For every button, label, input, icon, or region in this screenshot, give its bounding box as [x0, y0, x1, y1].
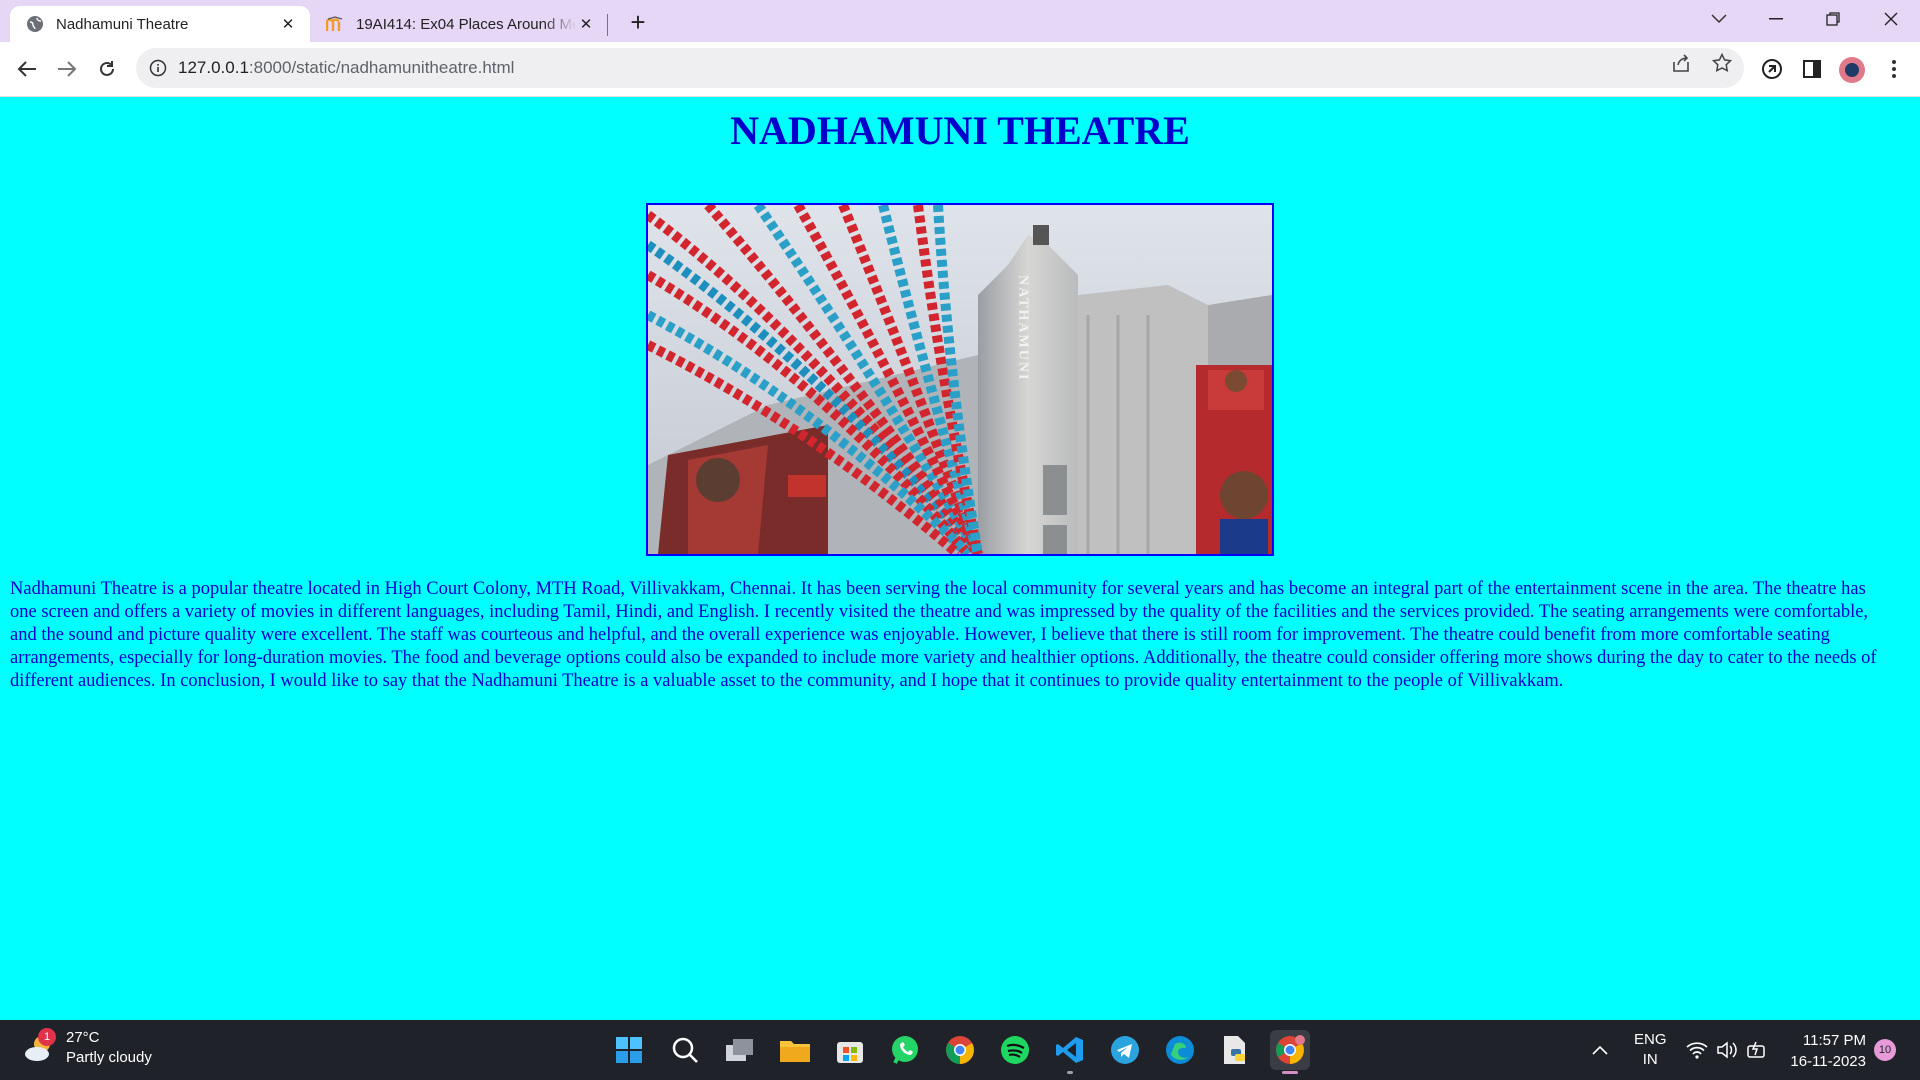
chrome-icon[interactable] [940, 1030, 980, 1070]
tab-nadhamuni-theatre[interactable]: Nadhamuni Theatre ✕ [10, 6, 310, 42]
language-top: ENG [1634, 1031, 1667, 1048]
running-indicator [1067, 1071, 1073, 1074]
show-hidden-icons[interactable] [1592, 1020, 1608, 1080]
theatre-description: Nadhamuni Theatre is a popular theatre l… [10, 579, 1877, 691]
tab-search-icon[interactable] [1694, 0, 1744, 38]
battery-charging-icon[interactable] [1746, 1020, 1768, 1080]
minimize-button[interactable] [1751, 0, 1801, 38]
clock-time: 11:57 PM [1802, 1032, 1866, 1049]
chrome-active-icon[interactable] [1270, 1030, 1310, 1074]
side-panel-icon[interactable] [1800, 57, 1824, 81]
partly-cloudy-icon: 1 [22, 1028, 58, 1066]
url-text: 127.0.0.1:8000/static/nadhamunitheatre.h… [178, 58, 515, 77]
close-window-button[interactable] [1866, 0, 1916, 38]
forward-icon[interactable] [52, 54, 82, 84]
file-explorer-icon[interactable] [775, 1030, 815, 1070]
start-icon[interactable] [609, 1030, 649, 1070]
globe-icon [26, 15, 44, 33]
restore-button[interactable] [1808, 0, 1858, 38]
web-page: NADHAMUNI THEATRE NATHAMUNI Nadhamuni Th… [0, 97, 1920, 1020]
new-tab-button[interactable]: + [624, 7, 652, 37]
tab-title: Nadhamuni Theatre [56, 15, 189, 33]
bookmark-star-icon[interactable] [1711, 52, 1733, 74]
active-indicator [1282, 1071, 1298, 1074]
back-icon[interactable] [12, 54, 42, 84]
notification-count-badge[interactable]: 10 [1874, 1039, 1896, 1061]
vscode-icon[interactable] [1050, 1030, 1090, 1074]
reload-icon[interactable] [92, 54, 122, 84]
spotify-icon[interactable] [995, 1030, 1035, 1070]
clock-date: 16-11-2023 [1790, 1053, 1866, 1070]
weather-widget[interactable]: 1 27°C Partly cloudy [22, 1028, 152, 1068]
wifi-icon[interactable] [1686, 1020, 1708, 1080]
task-view-icon[interactable] [720, 1030, 760, 1070]
python-file-icon[interactable] [1215, 1030, 1255, 1070]
system-clock[interactable]: 11:57 PM 16-11-2023 [1786, 1030, 1866, 1072]
extension-icon[interactable] [1760, 57, 1784, 81]
page-title: NADHAMUNI THEATRE [730, 108, 1190, 153]
tab-separator [607, 14, 608, 36]
close-tab-icon[interactable]: ✕ [278, 14, 298, 34]
input-language-indicator[interactable]: ENG IN [1634, 1020, 1667, 1080]
tab-ex04-places[interactable]: 19AI414: Ex04 Places Around Me ✕ [310, 6, 608, 42]
theatre-photo: NATHAMUNI [646, 203, 1274, 556]
volume-icon[interactable] [1716, 1020, 1738, 1080]
windows-taskbar: 1 27°C Partly cloudy ENG IN 11:57 PM 16-… [0, 1020, 1920, 1080]
share-icon[interactable] [1670, 52, 1692, 74]
menu-kebab-icon[interactable] [1882, 57, 1906, 81]
tab-strip: Nadhamuni Theatre ✕ 19AI414: Ex04 Places… [0, 0, 1920, 42]
tab-title: 19AI414: Ex04 Places Around Me [356, 15, 576, 33]
moodle-icon [326, 15, 344, 33]
microsoft-store-icon[interactable] [830, 1030, 870, 1070]
weather-temperature: 27°C [66, 1029, 100, 1046]
browser-toolbar: 127.0.0.1:8000/static/nadhamunitheatre.h… [0, 42, 1920, 97]
close-tab-icon[interactable]: ✕ [576, 14, 596, 34]
theatre-photo-illustration: NATHAMUNI [648, 205, 1272, 554]
whatsapp-icon[interactable] [885, 1030, 925, 1070]
profile-avatar[interactable] [1839, 57, 1865, 83]
site-info-icon[interactable] [148, 58, 168, 78]
address-bar[interactable]: 127.0.0.1:8000/static/nadhamunitheatre.h… [136, 48, 1744, 88]
edge-icon[interactable] [1160, 1030, 1200, 1070]
telegram-icon[interactable] [1105, 1030, 1145, 1070]
language-bottom: IN [1642, 1051, 1658, 1068]
search-icon[interactable] [665, 1030, 705, 1070]
weather-description: Partly cloudy [66, 1049, 152, 1066]
weather-badge: 1 [38, 1028, 56, 1046]
theatre-sign-text: NATHAMUNI [1016, 275, 1031, 381]
